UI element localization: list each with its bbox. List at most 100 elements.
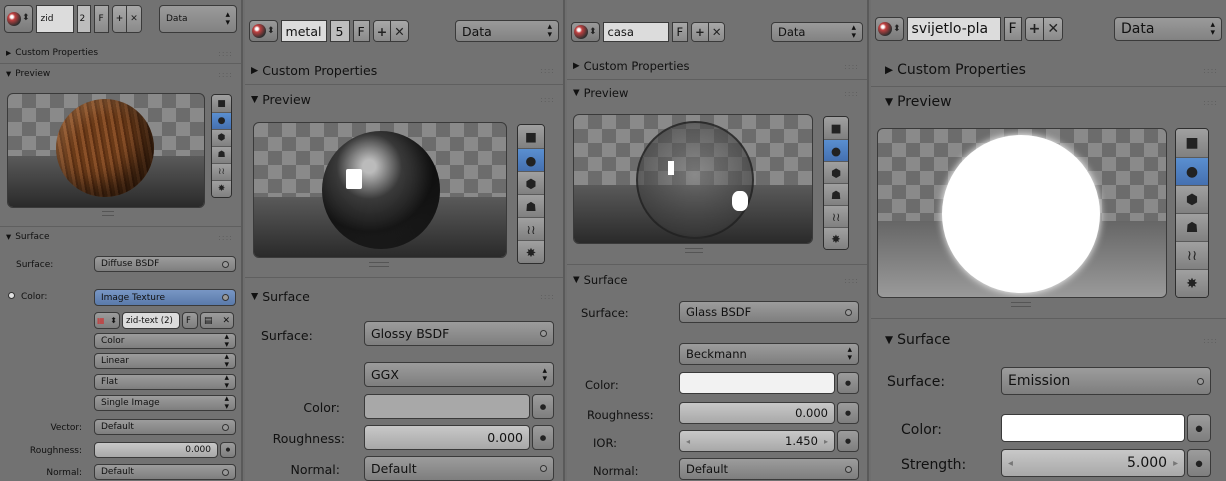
preview-resize-handle[interactable] [685, 248, 703, 253]
section-custom-properties[interactable]: ▶ Custom Properties:::: [871, 58, 1226, 82]
hair-icon[interactable]: ≀≀ [1176, 241, 1208, 269]
close-x-icon[interactable]: ✕ [390, 21, 408, 41]
material-name-field[interactable]: svijetlo-pla [906, 16, 1001, 42]
flat-plane-icon[interactable]: ■ [1176, 129, 1208, 157]
plus-icon[interactable]: + [1025, 17, 1044, 41]
close-x-icon[interactable]: ✕ [222, 316, 230, 326]
socket-dot-icon[interactable]: ● [837, 402, 859, 424]
surface-shader-select[interactable]: Diffuse BSDF [94, 256, 236, 272]
drag-grip-icon[interactable]: :::: [1203, 66, 1218, 75]
material-browse-button[interactable]: ⬍ [571, 21, 600, 43]
socket-dot-icon[interactable]: ● [220, 442, 236, 458]
material-name-field[interactable]: zid [35, 5, 74, 33]
drag-grip-icon[interactable]: :::: [540, 292, 555, 301]
vector-input[interactable]: Default [94, 419, 236, 435]
socket-dot-icon[interactable]: ● [532, 394, 554, 419]
color-swatch[interactable] [1001, 414, 1185, 442]
roughness-slider[interactable]: 0.000 [364, 425, 530, 450]
ior-slider[interactable]: ◂ 1.450 ▸ [679, 430, 835, 452]
sphere-icon[interactable]: ● [1176, 157, 1208, 185]
surface-shader-select[interactable]: Glossy BSDF [364, 321, 554, 346]
cube-icon[interactable]: ⬢ [518, 171, 544, 194]
socket-dot-icon[interactable]: ● [532, 425, 554, 450]
section-surface[interactable]: ▼ Surface:::: [871, 328, 1226, 352]
roughness-slider[interactable]: 0.000 [679, 402, 835, 424]
drag-grip-icon[interactable]: :::: [1203, 336, 1218, 345]
plus-icon[interactable]: + [692, 22, 708, 42]
normal-input[interactable]: Default [364, 456, 554, 481]
sphere-icon[interactable]: ● [212, 112, 231, 129]
open-image-button[interactable]: ▤ ✕ [200, 312, 234, 329]
image-browse-button[interactable]: ▦ ⬍ [94, 312, 120, 329]
drag-grip-icon[interactable]: :::: [844, 62, 859, 71]
normal-input[interactable]: Default [94, 464, 236, 480]
cube-icon[interactable]: ⬢ [1176, 185, 1208, 213]
color-swatch[interactable] [364, 394, 530, 419]
drag-grip-icon[interactable]: :::: [540, 66, 555, 75]
material-browse-button[interactable]: ⬍ [249, 20, 278, 42]
world-sphere-icon[interactable]: ✸ [518, 240, 544, 263]
section-preview[interactable]: ▼ Preview:::: [245, 89, 563, 109]
material-name-field[interactable]: metal [280, 20, 327, 42]
color-input-node[interactable]: Image Texture [94, 289, 236, 306]
cube-icon[interactable]: ⬢ [212, 129, 231, 146]
flat-plane-icon[interactable]: ■ [518, 125, 544, 148]
sphere-icon[interactable]: ● [824, 139, 848, 161]
section-surface[interactable]: ▼ Surface:::: [0, 230, 241, 244]
fake-user-button[interactable]: F [93, 5, 109, 33]
socket-dot-icon[interactable]: ● [1187, 414, 1211, 442]
drag-grip-icon[interactable]: :::: [1203, 98, 1218, 107]
close-x-icon[interactable]: ✕ [1043, 17, 1063, 41]
interpolation-select[interactable]: Linear ▴ ▾ [94, 353, 236, 369]
distribution-select[interactable]: GGX ▴ ▾ [364, 362, 554, 387]
surface-shader-select[interactable]: Glass BSDF [679, 301, 859, 323]
sphere-icon[interactable]: ● [518, 148, 544, 171]
drag-grip-icon[interactable]: :::: [218, 70, 233, 79]
flat-plane-icon[interactable]: ■ [212, 95, 231, 112]
monkey-icon[interactable]: ☗ [518, 194, 544, 217]
material-browse-button[interactable]: ⬍ [875, 16, 904, 42]
color-swatch[interactable] [679, 372, 835, 394]
image-name-field[interactable]: zid-text (2) [122, 312, 180, 329]
section-custom-properties[interactable]: ▶ Custom Properties:::: [567, 57, 867, 75]
data-selector[interactable]: Data ▴ ▾ [1114, 16, 1222, 42]
monkey-icon[interactable]: ☗ [212, 146, 231, 163]
decrement-arrow-icon[interactable]: ◂ [1008, 458, 1013, 469]
section-surface[interactable]: ▼ Surface:::: [567, 270, 867, 290]
data-selector[interactable]: Data ▴ ▾ [771, 21, 863, 43]
increment-arrow-icon[interactable]: ▸ [824, 437, 828, 446]
decrement-arrow-icon[interactable]: ◂ [686, 437, 690, 446]
close-x-icon[interactable]: ✕ [707, 22, 725, 42]
fake-user-button[interactable]: F [182, 312, 198, 329]
image-source-select[interactable]: Single Image ▴ ▾ [94, 395, 236, 411]
plus-icon[interactable]: + [112, 6, 127, 32]
drag-grip-icon[interactable]: :::: [218, 49, 233, 58]
world-sphere-icon[interactable]: ✸ [212, 180, 231, 197]
material-browse-button[interactable]: ⬍ [4, 5, 33, 33]
drag-grip-icon[interactable]: :::: [540, 95, 555, 104]
flat-plane-icon[interactable]: ■ [824, 117, 848, 139]
socket-dot-icon[interactable]: ● [1187, 449, 1211, 477]
drag-grip-icon[interactable]: :::: [218, 233, 233, 242]
hair-icon[interactable]: ≀≀ [824, 205, 848, 227]
world-sphere-icon[interactable]: ✸ [1176, 269, 1208, 297]
hair-icon[interactable]: ≀≀ [518, 217, 544, 240]
preview-resize-handle[interactable] [369, 262, 389, 267]
fake-user-button[interactable]: F [352, 20, 370, 42]
preview-resize-handle[interactable] [1011, 302, 1031, 307]
surface-shader-select[interactable]: Emission [1001, 367, 1211, 395]
section-custom-properties[interactable]: ▶ Custom Properties:::: [0, 46, 241, 60]
section-custom-properties[interactable]: ▶ Custom Properties:::: [245, 60, 563, 80]
monkey-icon[interactable]: ☗ [824, 183, 848, 205]
section-preview[interactable]: ▼ Preview:::: [871, 91, 1226, 113]
fake-user-button[interactable]: F [1003, 16, 1022, 42]
fake-user-button[interactable]: F [671, 21, 689, 43]
socket-dot-icon[interactable]: ● [837, 430, 859, 452]
user-count[interactable]: 2 [76, 5, 91, 33]
socket-dot-icon[interactable]: ● [837, 372, 859, 394]
color-space-select[interactable]: Color ▴ ▾ [94, 333, 236, 349]
drag-grip-icon[interactable]: :::: [844, 276, 859, 285]
section-preview[interactable]: ▼ Preview:::: [0, 67, 241, 81]
strength-slider[interactable]: ◂ 5.000 ▸ [1001, 449, 1185, 477]
material-name-field[interactable]: casa [602, 21, 669, 43]
